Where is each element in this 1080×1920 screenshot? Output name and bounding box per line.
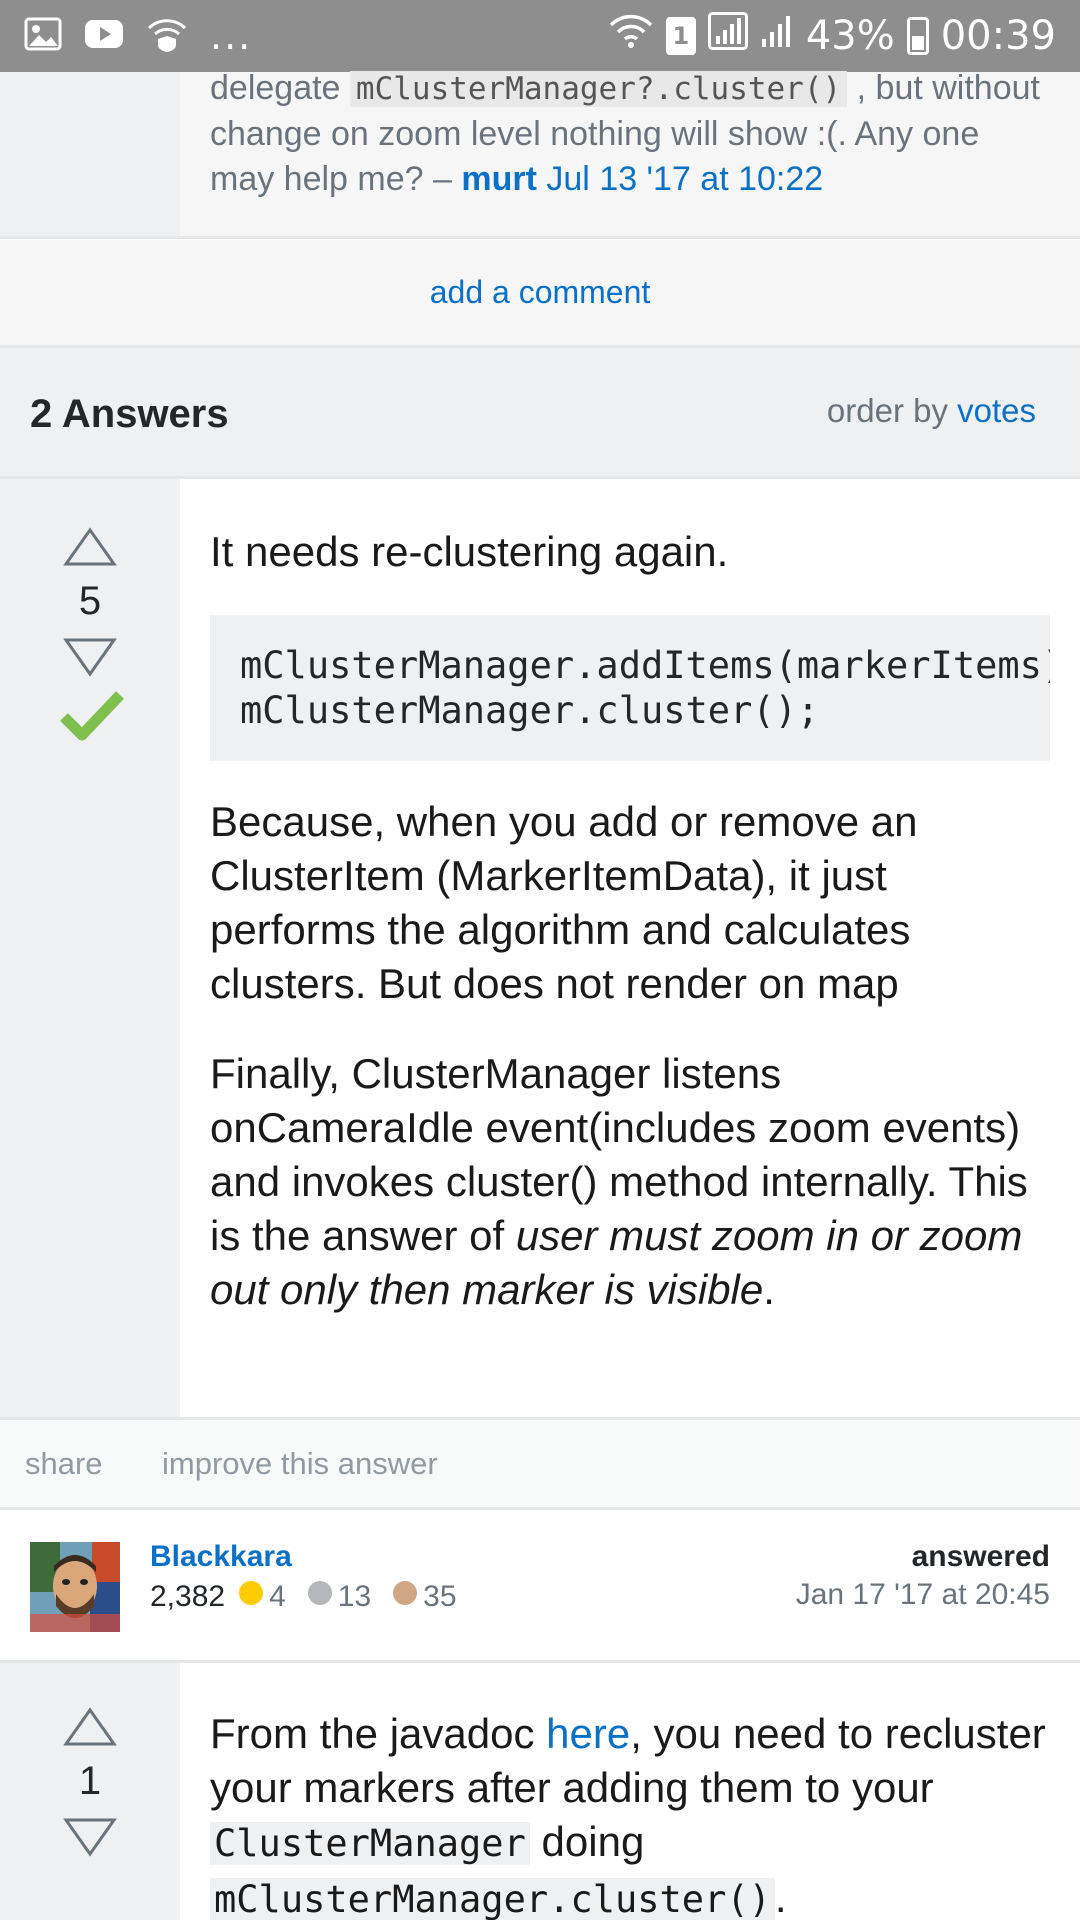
order-by-votes-link[interactable]: votes (957, 392, 1036, 429)
comment-date-link[interactable]: Jul 13 '17 at 10:22 (546, 160, 823, 198)
wifi-icon (608, 13, 654, 59)
answer-body: From the javadoc here, you need to reclu… (210, 1707, 1050, 1920)
divider (0, 236, 1080, 239)
overflow-indicator: ... (210, 14, 253, 58)
author-stats: 2,382 4 13 35 (150, 1580, 457, 1614)
answer-author-card: Blackkara 2,382 4 13 35 answered Jan 17 … (0, 1510, 1080, 1660)
sim-slot-badge: 1 (665, 17, 696, 55)
answer-text: From the javadoc (210, 1710, 547, 1757)
comment-text: delegate mClusterManager?.cluster() , bu… (210, 66, 1050, 202)
add-comment-row: add a comment (0, 240, 1080, 346)
answered-date[interactable]: Jan 17 '17 at 20:45 (796, 1578, 1050, 1612)
answer-text: . (774, 1874, 787, 1920)
vote-count: 1 (78, 1759, 102, 1803)
comment-user-link[interactable]: murt (461, 160, 537, 198)
silver-badge-count: 13 (337, 1580, 372, 1613)
comment-code: mClusterManager?.cluster() (349, 71, 848, 107)
answer-2: 1 From the javadoc here, you need to rec… (0, 1663, 1080, 1920)
signal-icon-2 (760, 13, 794, 59)
answer-paragraph: From the javadoc here, you need to reclu… (210, 1707, 1050, 1920)
answer-actions: share improve this answer (0, 1420, 1080, 1508)
gold-badge-count: 4 (269, 1580, 286, 1613)
comment-gutter (0, 72, 180, 238)
vote-count: 5 (78, 579, 102, 623)
downvote-arrow-icon[interactable] (63, 1817, 117, 1857)
comment-prefix: delegate (210, 69, 341, 107)
avatar[interactable] (30, 1542, 120, 1632)
author-name-link[interactable]: Blackkara (150, 1540, 292, 1574)
downvote-arrow-icon[interactable] (63, 637, 117, 677)
answer-paragraph: Because, when you add or remove an Clust… (210, 798, 918, 1007)
inline-code: mClusterManager.cluster() (210, 1878, 775, 1920)
share-link[interactable]: share (25, 1446, 103, 1482)
image-icon (24, 17, 62, 55)
clock: 00:39 (940, 13, 1056, 59)
answers-count-title: 2 Answers (30, 392, 229, 436)
bronze-badge-count: 35 (423, 1580, 457, 1613)
answers-header: 2 Answers order by votes (0, 348, 1080, 476)
improve-answer-link[interactable]: improve this answer (162, 1446, 438, 1482)
gold-badge-icon (239, 1581, 264, 1605)
battery-icon (906, 17, 929, 55)
code-line: mClusterManager.cluster(); (240, 689, 820, 732)
answer-text: doing (529, 1818, 645, 1865)
code-block: mClusterManager.addItems(markerItems); mC… (210, 615, 1050, 761)
answer-lead: It needs re-clustering again. (210, 528, 729, 575)
order-by: order by votes (827, 392, 1036, 430)
accepted-checkmark-icon (60, 691, 124, 741)
answer-1: 5 It needs re-clustering again. mCluster… (0, 479, 1080, 1417)
answer-body: It needs re-clustering again. mClusterMa… (210, 525, 1050, 1353)
answer-text: . (763, 1266, 775, 1313)
add-comment-link[interactable]: add a comment (0, 274, 1080, 311)
signal-icon (707, 12, 748, 60)
battery-percent: 43% (805, 13, 895, 59)
vote-column: 1 (0, 1663, 180, 1920)
status-bar: ... 1 43% 00:39 (0, 0, 1080, 72)
vote-column: 5 (0, 479, 180, 1417)
bronze-badge-icon (393, 1581, 418, 1605)
answered-label: answered (911, 1540, 1050, 1573)
answer-paragraph: Finally, ClusterManager listens onCamera… (210, 1047, 1050, 1317)
youtube-icon (84, 19, 124, 53)
upvote-arrow-icon[interactable] (63, 527, 117, 567)
upvote-arrow-icon[interactable] (63, 1707, 117, 1747)
reputation: 2,382 (150, 1580, 226, 1613)
question-comment: delegate mClusterManager?.cluster() , bu… (0, 69, 1080, 238)
wifi-shield-icon (146, 16, 188, 56)
inline-code: ClusterManager (210, 1822, 530, 1865)
code-line: mClusterManager.addItems(markerItems); (240, 644, 1050, 687)
javadoc-link[interactable]: here (546, 1710, 630, 1757)
silver-badge-icon (307, 1581, 332, 1605)
order-by-label: order by (826, 392, 948, 429)
